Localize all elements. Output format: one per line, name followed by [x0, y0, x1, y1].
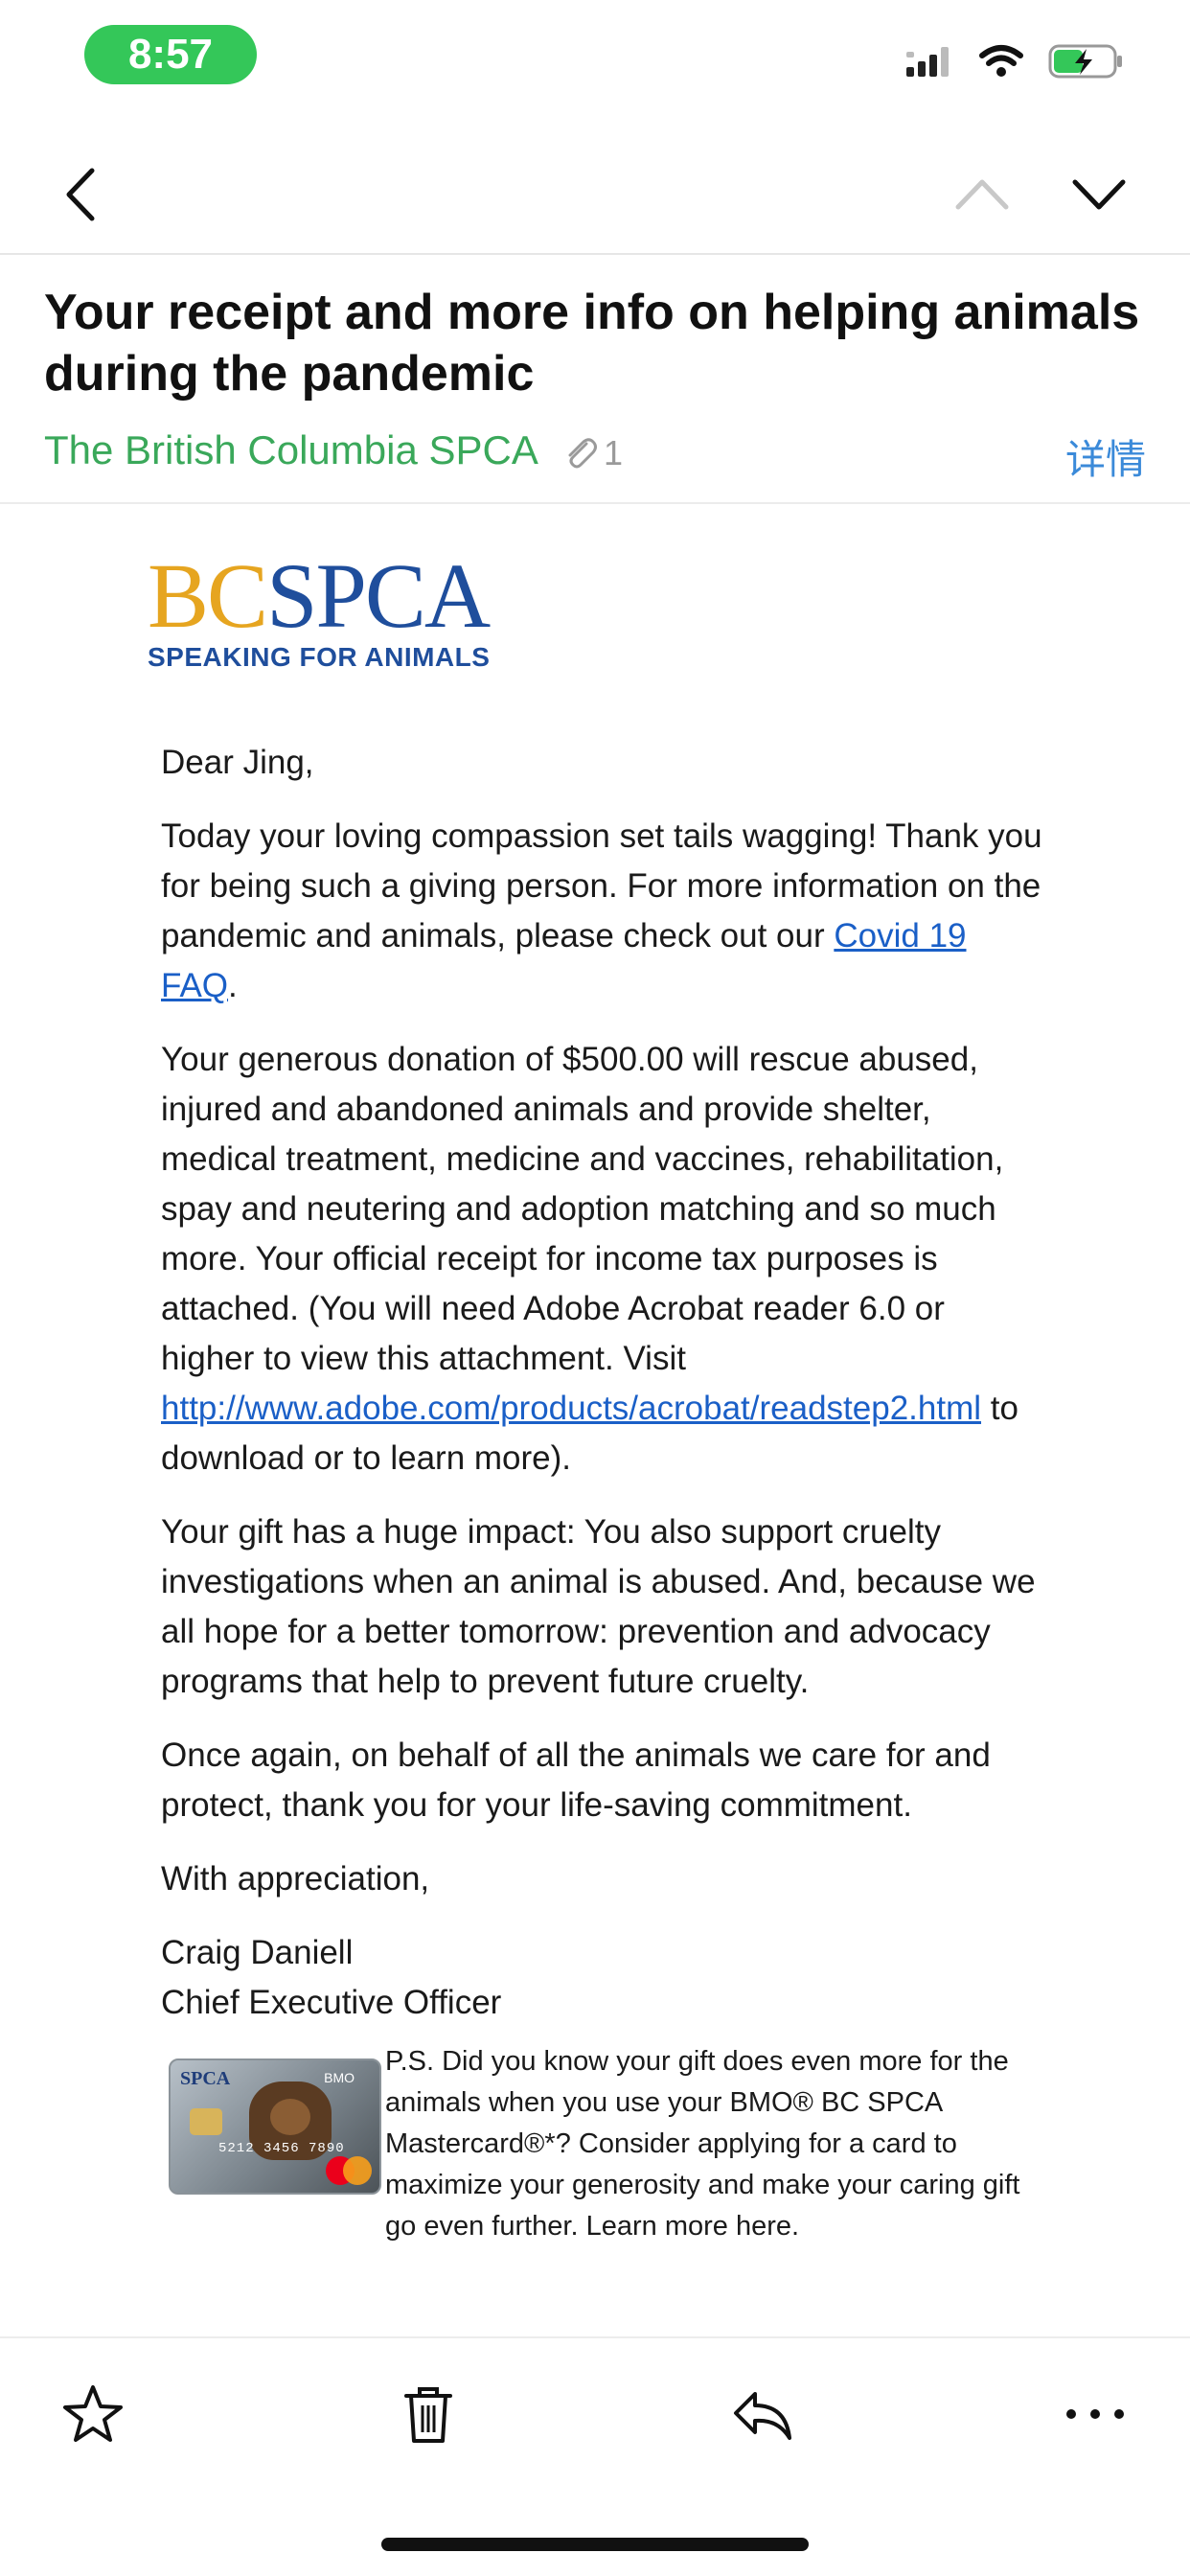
- attachment-count: 1: [604, 433, 624, 472]
- chevron-left-icon[interactable]: [52, 161, 109, 228]
- header-divider: [0, 502, 1190, 504]
- card-spca-logo: SPCA: [180, 2068, 231, 2089]
- bcspca-logo: BCSPCA SPEAKING FOR ANIMALS: [148, 550, 512, 686]
- mastercard-logo-icon: [326, 2156, 372, 2185]
- closing: With appreciation,: [161, 1860, 430, 1898]
- more-icon[interactable]: [1062, 2380, 1129, 2448]
- reply-icon[interactable]: [728, 2380, 795, 2448]
- adobe-link[interactable]: http://www.adobe.com/products/acrobat/re…: [161, 1390, 981, 1427]
- battery-charging-icon: [1048, 44, 1122, 79]
- home-indicator[interactable]: [381, 2538, 809, 2551]
- email-subject: Your receipt and more info on helping an…: [44, 285, 1140, 402]
- status-bar: 8:57: [0, 0, 1190, 115]
- trash-icon[interactable]: [395, 2380, 462, 2448]
- sender-row: The British Columbia SPCA 1 详情: [44, 427, 1146, 485]
- chevron-up-icon[interactable]: [949, 161, 1016, 228]
- paragraph-4: Once again, on behalf of all the animals…: [161, 1736, 991, 1824]
- card-chip-icon: [190, 2108, 222, 2135]
- status-icons: [904, 42, 1125, 80]
- logo-spca: SPCA: [266, 544, 491, 647]
- status-time[interactable]: 8:57: [84, 25, 257, 84]
- attachment-indicator[interactable]: 1: [561, 433, 623, 473]
- logo-tagline: SPEAKING FOR ANIMALS: [148, 642, 491, 672]
- mastercard-image[interactable]: SPCA BMO 5212 3456 7890: [169, 2058, 381, 2195]
- logo-wordmark: BCSPCA: [148, 550, 512, 642]
- card-number: 5212 3456 7890: [218, 2141, 345, 2156]
- card-dog-face: [270, 2099, 310, 2135]
- email-body: Dear Jing, Today your loving compassion …: [161, 738, 1042, 2028]
- paragraph-1-end: .: [228, 967, 238, 1004]
- paperclip-icon: [568, 438, 597, 469]
- cellular-signal-icon: [906, 47, 949, 77]
- signer-title: Chief Executive Officer: [161, 1984, 502, 2021]
- sender-name[interactable]: The British Columbia SPCA: [44, 427, 538, 473]
- paragraph-1: Today your loving compassion set tails w…: [161, 812, 1042, 1011]
- ps-text[interactable]: P.S. Did you know your gift does even mo…: [385, 2041, 1037, 2247]
- paragraph-2-text: Your generous donation of $500.00 will r…: [161, 1041, 1004, 1377]
- ps-block: SPCA BMO 5212 3456 7890 P.S. Did you kno…: [169, 2041, 1031, 2252]
- star-icon[interactable]: [59, 2380, 126, 2448]
- nav-bar: [0, 134, 1190, 255]
- details-link[interactable]: 详情: [1065, 427, 1146, 486]
- chevron-down-icon[interactable]: [1065, 161, 1133, 228]
- signature: Craig Daniell Chief Executive Officer: [161, 1928, 1042, 2028]
- logo-bc: BC: [148, 544, 268, 647]
- bottom-toolbar: [0, 2336, 1190, 2492]
- greeting: Dear Jing,: [161, 744, 314, 781]
- paragraph-2: Your generous donation of $500.00 will r…: [161, 1035, 1042, 1484]
- paragraph-3: Your gift has a huge impact: You also su…: [161, 1513, 1036, 1700]
- wifi-icon: [979, 45, 1023, 77]
- signer-name: Craig Daniell: [161, 1934, 354, 1971]
- card-bank-logo: BMO: [324, 2070, 355, 2085]
